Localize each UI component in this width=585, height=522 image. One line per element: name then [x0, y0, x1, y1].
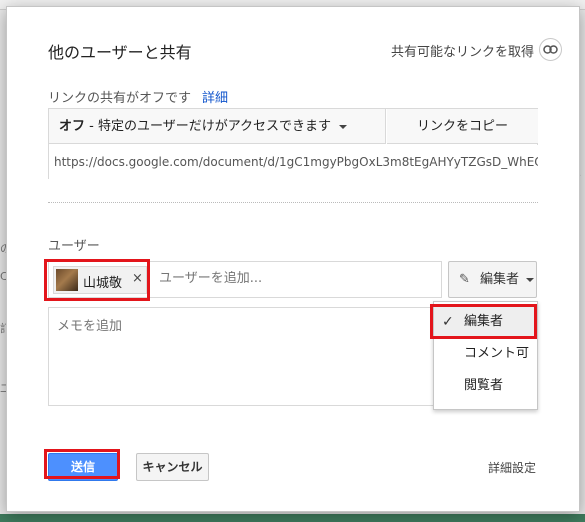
- menu-item-label: 閲覧者: [464, 378, 504, 393]
- remove-user-icon[interactable]: ×: [132, 271, 143, 286]
- user-chip[interactable]: 山城敬 ×: [53, 266, 147, 294]
- chevron-down-icon: [526, 278, 534, 282]
- access-description: - 特定のユーザーだけがアクセスできます: [85, 119, 332, 134]
- dialog-title: 他のユーザーと共有: [48, 43, 192, 62]
- menu-item-viewer[interactable]: 閲覧者: [434, 370, 537, 402]
- background-taskbar: [0, 514, 585, 522]
- pencil-icon: ✎: [459, 272, 470, 287]
- avatar: [56, 269, 78, 291]
- section-divider: [48, 202, 538, 203]
- send-button[interactable]: 送信: [48, 453, 118, 481]
- cancel-button[interactable]: キャンセル: [136, 453, 209, 481]
- copy-link-button[interactable]: リンクをコピー: [387, 109, 538, 144]
- permission-dropdown-button[interactable]: ✎ 編集者: [448, 261, 537, 298]
- chevron-down-icon: [339, 124, 348, 129]
- get-shareable-link-button[interactable]: 共有可能なリンクを取得: [391, 41, 534, 60]
- menu-item-label: 編集者: [464, 314, 504, 329]
- menu-item-editor[interactable]: ✓ 編集者: [434, 306, 537, 338]
- menu-item-commenter[interactable]: コメント可: [434, 338, 537, 370]
- checkmark-icon: ✓: [442, 314, 454, 330]
- access-level: オフ: [59, 119, 86, 134]
- link-sharing-status: リンクの共有がオフです: [48, 91, 192, 106]
- link-icon[interactable]: [539, 38, 562, 61]
- menu-item-label: コメント可: [464, 346, 530, 361]
- permission-menu: ✓ 編集者 コメント可 閲覧者: [433, 301, 538, 410]
- add-user-input[interactable]: [159, 271, 429, 286]
- user-chip-name: 山城敬: [83, 276, 123, 291]
- share-url-field[interactable]: https://docs.google.com/document/d/1gC1m…: [49, 145, 538, 179]
- advanced-settings-link[interactable]: 詳細設定: [488, 459, 536, 476]
- link-sharing-box: オフ - 特定のユーザーだけがアクセスできます リンクをコピー https://…: [48, 108, 538, 179]
- people-input[interactable]: 山城敬 ×: [48, 261, 442, 298]
- link-access-dropdown[interactable]: オフ - 特定のユーザーだけがアクセスできます: [49, 109, 386, 144]
- details-link[interactable]: 詳細: [202, 87, 228, 106]
- permission-label: 編集者: [480, 272, 520, 287]
- users-section-label: ユーザー: [48, 239, 100, 254]
- share-dialog: 他のユーザーと共有 共有可能なリンクを取得 リンクの共有がオフです 詳細 オフ …: [6, 6, 580, 512]
